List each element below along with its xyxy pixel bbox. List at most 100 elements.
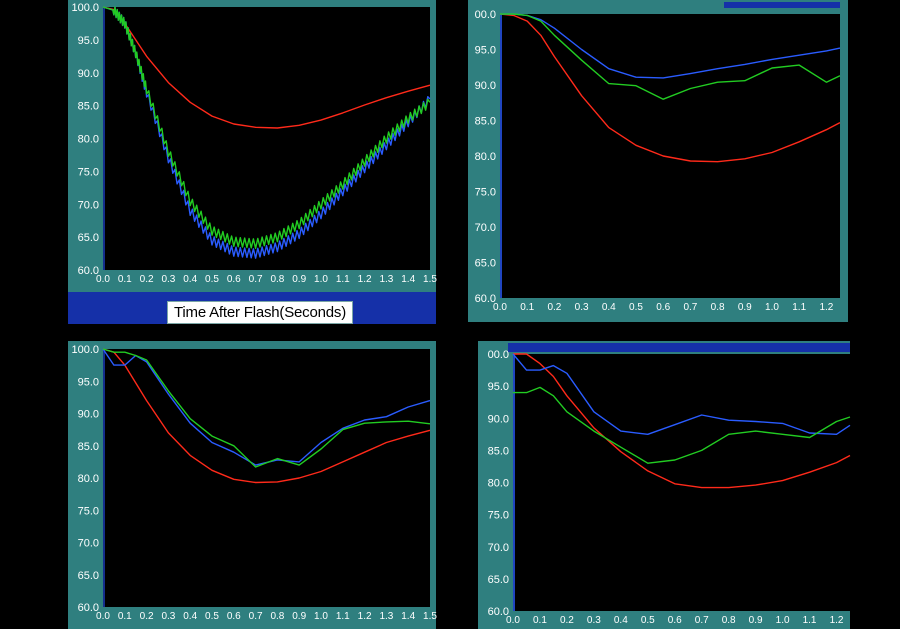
x-tick-label: 0.9	[749, 615, 763, 626]
y-tick-label: 95.0	[78, 35, 99, 47]
x-tick-label: 0.1	[118, 274, 132, 285]
x-tick-label: 0.0	[96, 611, 110, 622]
top-blue-bar-4	[508, 343, 850, 352]
y-tick-label: 85.0	[475, 116, 496, 128]
x-tick-label: 0.2	[140, 274, 154, 285]
plot-area	[513, 354, 850, 611]
x-tick-label: 1.1	[336, 274, 350, 285]
x-tick-label: 0.0	[493, 302, 507, 313]
x-tick-label: 1.4	[401, 611, 415, 622]
x-tick-label: 1.1	[336, 611, 350, 622]
x-tick-label: 0.3	[161, 611, 175, 622]
x-tick-label: 1.3	[379, 274, 393, 285]
x-tick-label: 0.0	[506, 615, 520, 626]
y-tick-label: 80.0	[488, 478, 509, 490]
x-tick-label: 0.6	[227, 611, 241, 622]
x-tick-label: 0.8	[270, 611, 284, 622]
y-tick-label: 90.0	[78, 409, 99, 421]
top-blue-bar-2	[724, 2, 840, 8]
x-tick-label: 0.3	[575, 302, 589, 313]
x-tick-label: 1.3	[379, 611, 393, 622]
x-tick-label: 0.2	[547, 302, 561, 313]
y-tick-label: 100.0	[71, 344, 99, 356]
x-tick-label: 1.2	[819, 302, 833, 313]
x-tick-label: 0.7	[695, 615, 709, 626]
x-tick-label: 1.5	[423, 611, 437, 622]
y-tick-label: 95.0	[78, 376, 99, 388]
x-tick-label: 0.6	[227, 274, 241, 285]
x-tick-label: 0.8	[722, 615, 736, 626]
x-tick-label: 1.0	[765, 302, 779, 313]
x-tick-label: 0.6	[668, 615, 682, 626]
x-tick-label: 0.4	[614, 615, 628, 626]
chart-panel-2: 00.095.090.085.080.075.070.065.060.00.0 0…	[468, 0, 848, 322]
x-tick-label: 0.8	[711, 302, 725, 313]
x-tick-label: 0.7	[249, 274, 263, 285]
x-tick-label: 0.1	[118, 611, 132, 622]
x-tick-label: 0.4	[602, 302, 616, 313]
x-tick-label: 0.6	[656, 302, 670, 313]
y-tick-label: 00.0	[488, 349, 509, 361]
y-tick-label: 75.0	[78, 505, 99, 517]
y-tick-label: 75.0	[488, 510, 509, 522]
x-tick-label: 0.4	[183, 611, 197, 622]
x-tick-label: 0.4	[183, 274, 197, 285]
y-tick-label: 85.0	[78, 101, 99, 113]
y-tick-label: 70.0	[475, 222, 496, 234]
y-tick-label: 80.0	[78, 134, 99, 146]
x-tick-label: 0.5	[641, 615, 655, 626]
x-tick-label: 0.9	[738, 302, 752, 313]
x-tick-label: 1.2	[358, 274, 372, 285]
x-tick-label: 0.5	[205, 611, 219, 622]
chart-panel-1: 100.095.090.085.080.075.070.065.060.00.0…	[68, 0, 437, 296]
y-tick-label: 85.0	[488, 445, 509, 457]
x-tick-label: 0.1	[533, 615, 547, 626]
y-tick-label: 70.0	[78, 538, 99, 550]
x-tick-label: 1.0	[314, 274, 328, 285]
y-tick-label: 90.0	[475, 80, 496, 92]
x-axis-title: Time After Flash(Seconds)	[167, 301, 353, 324]
x-tick-label: 0.8	[270, 274, 284, 285]
chart-panel-4: 00.095.090.085.080.075.070.065.060.00.0 0…	[478, 341, 851, 629]
x-tick-label: 0.1	[520, 302, 534, 313]
x-tick-label: 1.2	[830, 615, 844, 626]
y-tick-label: 65.0	[78, 570, 99, 582]
x-tick-label: 1.1	[792, 302, 806, 313]
y-tick-label: 90.0	[78, 68, 99, 80]
x-tick-label: 0.2	[140, 611, 154, 622]
x-tick-label: 1.4	[401, 274, 415, 285]
y-tick-label: 90.0	[488, 413, 509, 425]
y-tick-label: 95.0	[475, 45, 496, 57]
y-tick-label: 70.0	[488, 542, 509, 554]
y-tick-label: 80.0	[78, 473, 99, 485]
y-tick-label: 80.0	[475, 151, 496, 163]
x-tick-label: 0.9	[292, 611, 306, 622]
plot-area	[103, 7, 430, 270]
x-tick-label: 1.1	[803, 615, 817, 626]
x-tick-label: 0.9	[292, 274, 306, 285]
y-tick-label: 100.0	[71, 2, 99, 14]
y-tick-label: 65.0	[488, 574, 509, 586]
y-tick-label: 75.0	[475, 187, 496, 199]
x-tick-label: 0.7	[683, 302, 697, 313]
y-tick-label: 85.0	[78, 441, 99, 453]
x-tick-label: 0.3	[161, 274, 175, 285]
y-tick-label: 65.0	[475, 258, 496, 270]
x-tick-label: 1.0	[776, 615, 790, 626]
x-tick-label: 1.0	[314, 611, 328, 622]
y-tick-label: 75.0	[78, 166, 99, 178]
y-tick-label: 65.0	[78, 232, 99, 244]
x-tick-label: 0.7	[249, 611, 263, 622]
plot-area	[103, 349, 430, 607]
y-tick-label: 00.0	[475, 9, 496, 21]
x-tick-label: 1.2	[358, 611, 372, 622]
y-tick-label: 95.0	[488, 381, 509, 393]
x-tick-label: 0.5	[205, 274, 219, 285]
x-tick-label: 0.3	[587, 615, 601, 626]
x-tick-label: 0.0	[96, 274, 110, 285]
x-tick-label: 1.5	[423, 274, 437, 285]
x-tick-label: 0.2	[560, 615, 574, 626]
y-tick-label: 70.0	[78, 199, 99, 211]
chart-panel-3: 100.095.090.085.080.075.070.065.060.00.0…	[68, 341, 437, 629]
x-tick-label: 0.5	[629, 302, 643, 313]
